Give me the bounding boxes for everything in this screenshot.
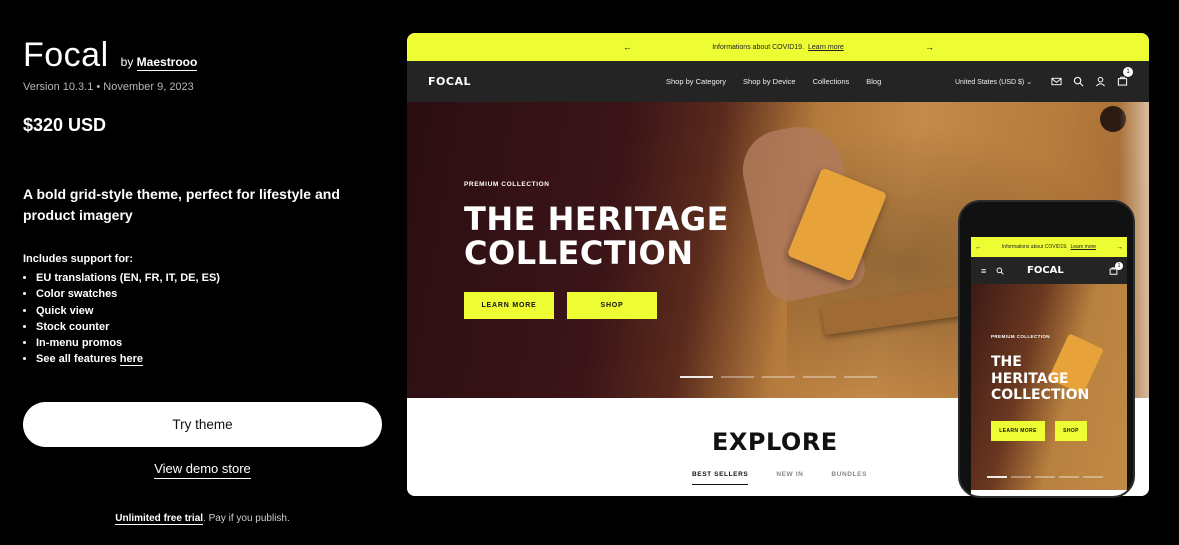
slide-dot[interactable]	[1011, 476, 1031, 478]
tab-best-sellers[interactable]: BEST SELLERS	[692, 471, 749, 485]
account-icon[interactable]	[1095, 76, 1106, 87]
arrow-right-icon[interactable]: →	[925, 42, 934, 52]
search-icon[interactable]	[996, 267, 1004, 275]
menu-item-blog[interactable]: Blog	[866, 77, 881, 86]
hero-title-line-1: THE HERITAGE	[464, 200, 730, 238]
mobile-hero-eyebrow: PREMIUM COLLECTION	[991, 334, 1050, 339]
explore-title: EXPLORE	[712, 428, 838, 456]
see-all-features-link[interactable]: here	[119, 353, 144, 367]
hero-eyebrow: PREMIUM COLLECTION	[464, 181, 550, 188]
mobile-screen: ← Informations about COVID19. Learn more…	[971, 237, 1127, 496]
feature-item: Stock counter	[36, 319, 220, 335]
menu-item-collections[interactable]: Collections	[813, 77, 850, 86]
mobile-learn-more-button[interactable]: LEARN MORE	[991, 421, 1045, 441]
version-info: Version 10.3.1 • November 9, 2023	[23, 81, 194, 93]
arrow-left-icon[interactable]: ←	[975, 244, 982, 251]
features-heading: Includes support for:	[23, 253, 133, 265]
mobile-slideshow-dots	[987, 476, 1103, 478]
slide-dot[interactable]	[987, 476, 1007, 478]
slide-dot[interactable]	[803, 376, 836, 378]
mobile-preview: ← Informations about COVID19. Learn more…	[958, 200, 1135, 498]
tab-new-in[interactable]: NEW IN	[776, 471, 803, 485]
theme-tagline: A bold grid-style theme, perfect for lif…	[23, 186, 340, 223]
arrow-left-icon[interactable]: ←	[623, 42, 632, 52]
by-label: by	[120, 55, 134, 69]
mobile-cart-count-badge: 1	[1115, 262, 1123, 270]
mobile-announcement-text: Informations about COVID19.	[1001, 244, 1068, 250]
shop-button[interactable]: SHOP	[567, 292, 657, 319]
feature-item: Quick view	[36, 303, 220, 319]
mobile-shop-button[interactable]: SHOP	[1055, 421, 1087, 441]
mobile-announcement-link[interactable]: Learn more	[1071, 244, 1097, 250]
try-theme-button[interactable]: Try theme	[23, 402, 382, 447]
arrow-right-icon[interactable]: →	[1116, 244, 1123, 251]
feature-item-see-all: See all features here	[36, 351, 220, 367]
demo-link-row: View demo store	[23, 461, 382, 479]
hero-title: THE HERITAGE COLLECTION	[464, 202, 729, 270]
tab-bundles[interactable]: BUNDLES	[831, 471, 867, 485]
explore-tabs: BEST SELLERS NEW IN BUNDLES	[692, 471, 867, 485]
features-list: EU translations (EN, FR, IT, DE, ES) Col…	[23, 270, 220, 368]
features-section: Includes support for: EU translations (E…	[23, 253, 220, 368]
learn-more-button[interactable]: LEARN MORE	[464, 292, 554, 319]
mobile-announcement-bar: ← Informations about COVID19. Learn more…	[971, 237, 1127, 257]
mobile-hero: PREMIUM COLLECTION THE HERITAGE COLLECTI…	[971, 284, 1127, 490]
free-trial-link[interactable]: Unlimited free trial	[115, 513, 204, 525]
search-icon[interactable]	[1073, 76, 1084, 87]
mobile-store-logo[interactable]: FOCAL	[1027, 265, 1064, 276]
cart-count-badge: 1	[1123, 66, 1133, 77]
title-row: Focal by Maestrooo	[23, 36, 198, 75]
slide-dot[interactable]	[721, 376, 754, 378]
trial-note-text: . Pay if you publish.	[203, 513, 290, 524]
slide-dot[interactable]	[680, 376, 713, 378]
mobile-header: ≡ FOCAL 1	[971, 257, 1127, 284]
theme-name: Focal	[23, 36, 109, 74]
hero-title-line-2: COLLECTION	[464, 234, 694, 272]
author-link[interactable]: Maestrooo	[136, 55, 198, 71]
locale-selector[interactable]: United States (USD $) ⌄	[955, 78, 1032, 86]
main-menu: Shop by Category Shop by Device Collecti…	[666, 77, 881, 86]
store-header: FOCAL Shop by Category Shop by Device Co…	[407, 61, 1149, 102]
mobile-hero-title-line-3: COLLECTION	[991, 387, 1090, 403]
slideshow-dots	[680, 376, 877, 378]
view-demo-store-link[interactable]: View demo store	[154, 461, 251, 479]
menu-item-shop-by-category[interactable]: Shop by Category	[666, 77, 726, 86]
store-logo[interactable]: FOCAL	[428, 75, 471, 88]
announcement-text: Informations about COVID19.	[712, 43, 805, 51]
feature-item: EU translations (EN, FR, IT, DE, ES)	[36, 270, 220, 286]
hamburger-icon[interactable]: ≡	[981, 266, 986, 276]
mobile-hero-title-line-1: THE	[991, 354, 1022, 370]
slide-dot[interactable]	[844, 376, 877, 378]
slide-dot[interactable]	[762, 376, 795, 378]
theme-info-panel: Focal by Maestrooo Version 10.3.1 • Nove…	[23, 0, 383, 545]
header-icons: 1	[1051, 66, 1133, 91]
slide-dot[interactable]	[1035, 476, 1055, 478]
mobile-hero-title-line-2: HERITAGE	[991, 370, 1069, 387]
announcement-link[interactable]: Learn more	[808, 44, 844, 51]
see-all-label: See all features	[36, 353, 120, 366]
author-line: by Maestrooo	[120, 55, 198, 71]
announcement-bar: ← Informations about COVID19. Learn more…	[407, 33, 1149, 61]
mobile-hero-title: THE HERITAGE COLLECTION	[991, 354, 1089, 404]
theme-price: $320 USD	[23, 115, 107, 135]
feature-item: In-menu promos	[36, 335, 220, 351]
cart-button[interactable]: 1	[1117, 66, 1133, 91]
trial-note: Unlimited free trial. Pay if you publish…	[23, 513, 382, 525]
mail-icon[interactable]	[1051, 76, 1062, 87]
feature-item: Color swatches	[36, 286, 220, 302]
slide-dot[interactable]	[1059, 476, 1079, 478]
menu-item-shop-by-device[interactable]: Shop by Device	[743, 77, 796, 86]
slide-dot[interactable]	[1083, 476, 1103, 478]
